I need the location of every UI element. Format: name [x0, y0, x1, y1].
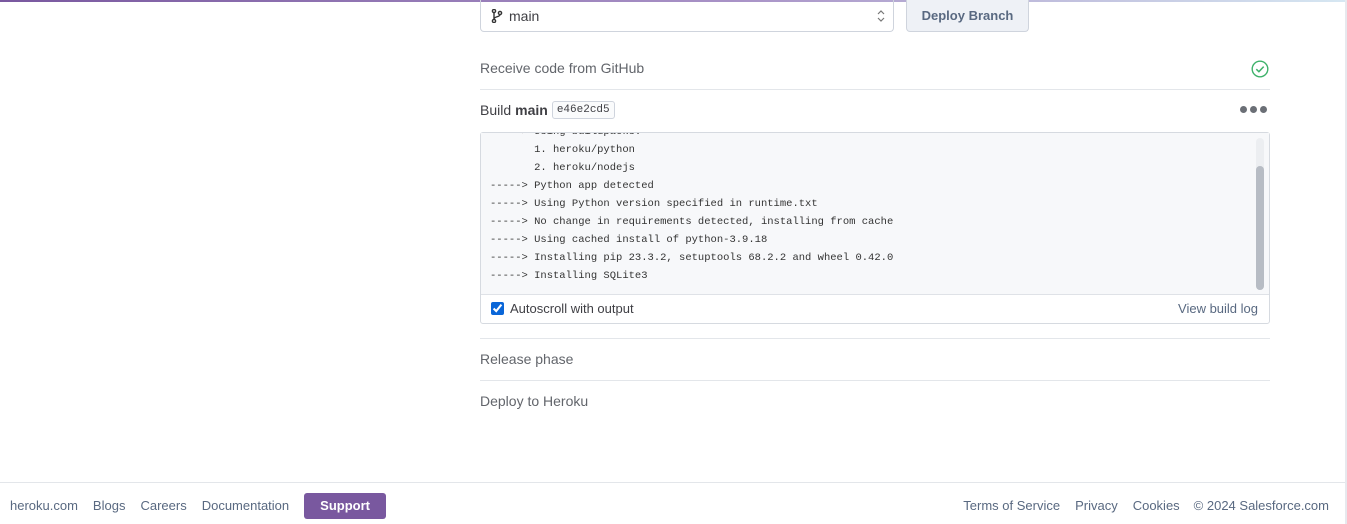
- divider: [480, 338, 1270, 339]
- divider: [480, 380, 1270, 381]
- step-build-title: Build main e46e2cd5: [480, 101, 615, 119]
- build-log-output[interactable]: -----> Using buildpacks: 1. heroku/pytho…: [481, 133, 1269, 295]
- more-dots-icon[interactable]: [1240, 106, 1270, 114]
- autoscroll-checkbox[interactable]: [491, 302, 504, 315]
- sort-arrows-icon: [877, 9, 885, 23]
- footer-link-cookies[interactable]: Cookies: [1133, 498, 1180, 513]
- deploy-branch-button[interactable]: Deploy Branch: [906, 0, 1029, 32]
- log-scrollbar-thumb[interactable]: [1256, 166, 1264, 290]
- footer-divider: [0, 482, 1345, 483]
- copyright: © 2024 Salesforce.com: [1193, 498, 1329, 513]
- divider: [480, 89, 1270, 90]
- footer-left: heroku.com Blogs Careers Documentation S…: [10, 492, 386, 519]
- log-scrollbar[interactable]: [1256, 138, 1264, 290]
- check-circle-icon: [1251, 60, 1269, 78]
- support-button[interactable]: Support: [304, 492, 386, 519]
- footer-link-blogs[interactable]: Blogs: [93, 498, 126, 513]
- build-branch: main: [515, 102, 548, 118]
- footer-link-careers[interactable]: Careers: [140, 498, 186, 513]
- autoscroll-label: Autoscroll with output: [510, 301, 634, 316]
- footer-link-heroku[interactable]: heroku.com: [10, 498, 78, 513]
- build-log-text: -----> Using buildpacks: 1. heroku/pytho…: [490, 133, 894, 282]
- footer-link-terms[interactable]: Terms of Service: [963, 498, 1060, 513]
- branch-select[interactable]: main: [480, 0, 894, 32]
- autoscroll-option[interactable]: Autoscroll with output: [491, 301, 634, 316]
- step-deploy-heroku: Deploy to Heroku: [480, 393, 589, 409]
- branch-select-value: main: [509, 7, 540, 24]
- view-build-log-link[interactable]: View build log: [1178, 301, 1258, 316]
- step-release-phase: Release phase: [480, 351, 574, 367]
- commit-sha-badge: e46e2cd5: [551, 101, 615, 119]
- step-receive-code: Receive code from GitHub: [480, 60, 645, 76]
- git-branch-icon: [491, 8, 503, 23]
- footer-right: Terms of Service Privacy Cookies © 2024 …: [948, 492, 1329, 519]
- build-label: Build: [480, 102, 512, 118]
- build-log-panel: -----> Using buildpacks: 1. heroku/pytho…: [480, 132, 1270, 324]
- footer-link-privacy[interactable]: Privacy: [1075, 498, 1118, 513]
- footer-link-documentation[interactable]: Documentation: [202, 498, 289, 513]
